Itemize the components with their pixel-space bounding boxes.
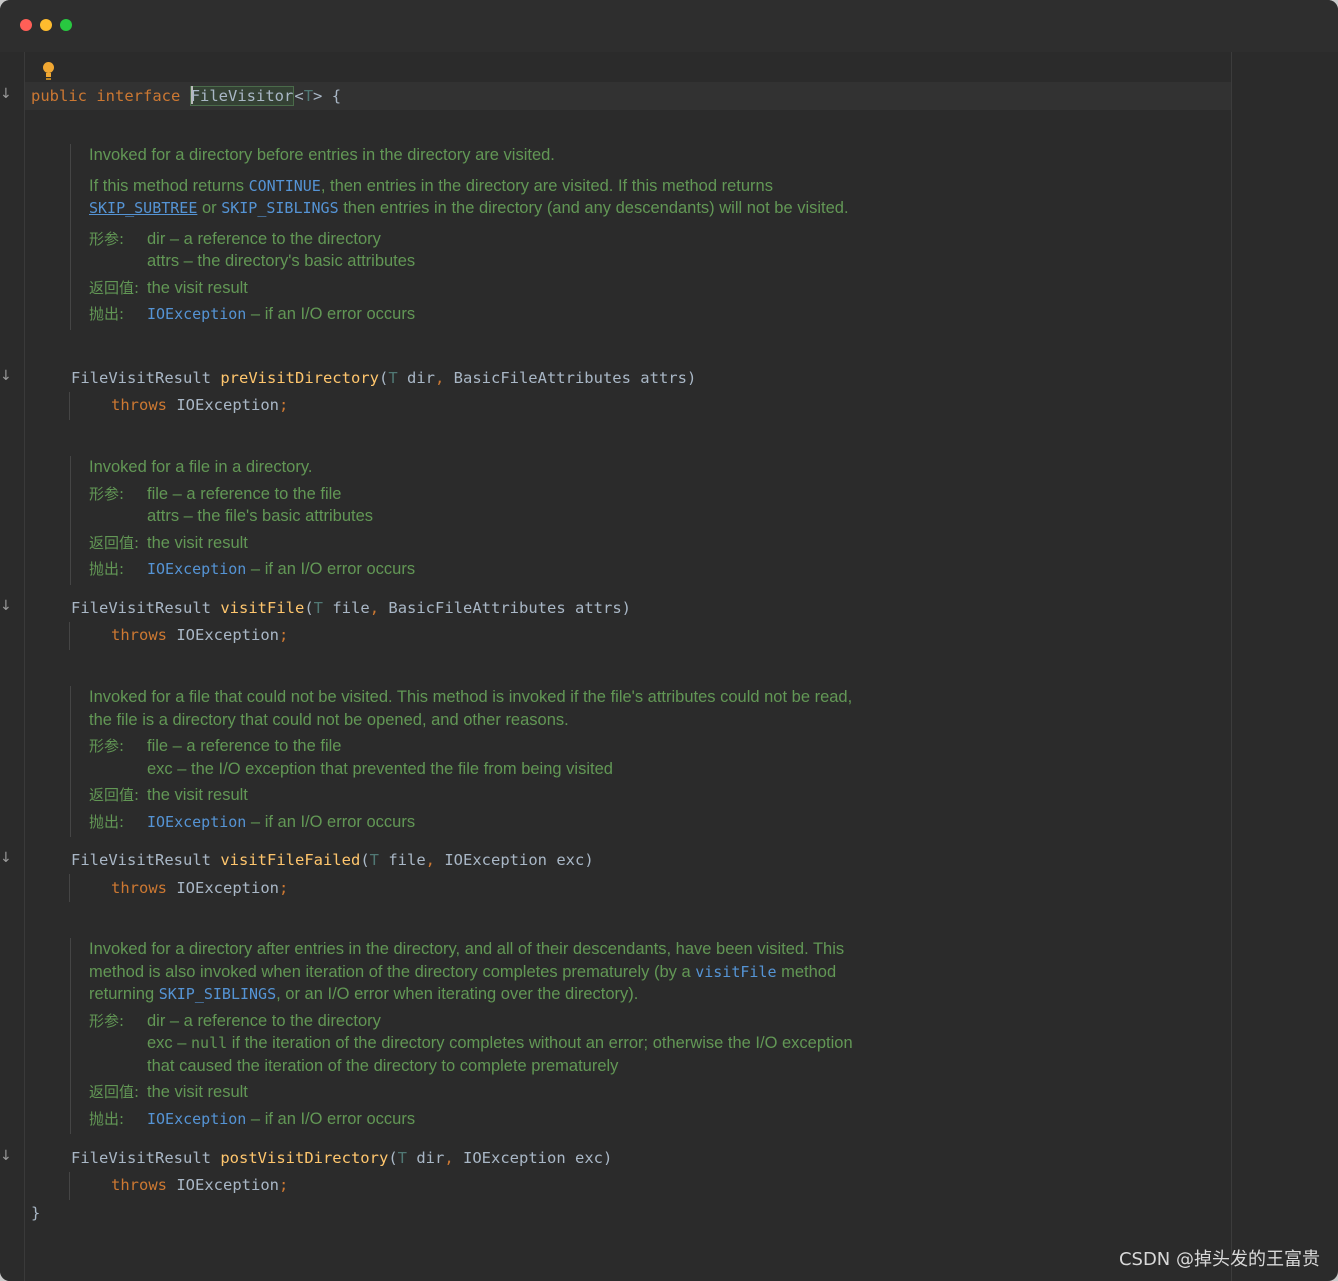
implemented-arrow-icon[interactable]: ↓	[0, 86, 12, 102]
method-signature-postvisitdirectory[interactable]: FileVisitResult postVisitDirectory(T dir…	[71, 1148, 612, 1168]
returns-tag: 返回值: the visit result	[89, 1083, 248, 1101]
ioexception-link[interactable]: IOException	[147, 1110, 246, 1128]
doc-summary: Invoked for a file that could not be vis…	[89, 688, 853, 729]
throws-tag: 抛出: IOException – if an I/O error occurs	[89, 560, 416, 578]
throws-tag: 抛出: IOException – if an I/O error occurs	[89, 812, 416, 831]
javadoc-visitfile: Invoked for a file in a directory. 形参: fi…	[70, 456, 869, 585]
skip-subtree-link[interactable]: SKIP_SUBTREE	[89, 199, 197, 217]
interface-name[interactable]: FileVisitor	[189, 86, 295, 106]
ioexception-link[interactable]: IOException	[147, 813, 246, 831]
continue-link[interactable]: CONTINUE	[249, 177, 321, 195]
implemented-arrow-icon[interactable]: ↓	[0, 368, 12, 384]
throws-tag: 抛出: IOException – if an I/O error occurs	[89, 1109, 416, 1128]
implemented-arrow-icon[interactable]: ↓	[0, 598, 12, 614]
throws-clause[interactable]: throws IOException;	[111, 1175, 288, 1195]
params-tag: 形参: file – a reference to the file attrs –…	[89, 484, 374, 526]
throws-clause[interactable]: throws IOException;	[111, 625, 288, 645]
right-margin-guide	[1231, 52, 1232, 1281]
javadoc-visitfilefailed: Invoked for a file that could not be vis…	[70, 686, 869, 837]
doc-summary: Invoked for a directory after entries in…	[89, 940, 845, 1003]
keyword-public: public	[31, 87, 87, 105]
ioexception-link[interactable]: IOException	[147, 305, 246, 323]
throws-clause[interactable]: throws IOException;	[111, 395, 288, 415]
returns-tag: 返回值: the visit result	[89, 533, 248, 552]
skip-siblings-link[interactable]: SKIP_SIBLINGS	[221, 199, 338, 217]
title-bar	[0, 0, 1338, 52]
throws-tag: 抛出: IOException – if an I/O error occurs	[89, 305, 416, 323]
doc-description: If this method returns CONTINUE, then en…	[89, 176, 849, 218]
method-signature-visitfilefailed[interactable]: FileVisitResult visitFileFailed(T file, …	[71, 850, 594, 870]
visitfile-link[interactable]: visitFile	[695, 963, 776, 981]
editor-window: ↓ ↓ ↓ ↓ ↓ public interface FileVisitor<T…	[0, 0, 1338, 1281]
watermark: CSDN @掉头发的王富贵	[1118, 1249, 1320, 1270]
params-tag: 形参: dir – a reference to the directory exc…	[89, 1011, 853, 1075]
method-signature-previsitdirectory[interactable]: FileVisitResult preVisitDirectory(T dir,…	[71, 368, 696, 388]
implemented-arrow-icon[interactable]: ↓	[0, 850, 12, 866]
javadoc-postvisitdirectory: Invoked for a directory after entries in…	[70, 938, 869, 1134]
lightbulb-icon[interactable]	[41, 62, 57, 82]
implemented-arrow-icon[interactable]: ↓	[0, 1148, 12, 1164]
returns-tag: 返回值: the visit result	[89, 786, 248, 804]
javadoc-previsitdirectory: Invoked for a directory before entries i…	[70, 144, 869, 330]
params-tag: 形参: file – a reference to the file exc – t…	[89, 737, 613, 778]
closing-brace[interactable]: }	[31, 1203, 40, 1223]
params-tag: 形参: dir – a reference to the directory att…	[89, 229, 416, 271]
editor-gutter[interactable]	[0, 52, 25, 1281]
skip-siblings-link[interactable]: SKIP_SIBLINGS	[159, 985, 276, 1003]
close-window-button[interactable]	[20, 19, 32, 31]
returns-tag: 返回值: the visit result	[89, 278, 248, 297]
keyword-interface: interface	[96, 87, 181, 105]
interface-declaration[interactable]: public interface FileVisitor<T> {	[31, 86, 341, 106]
minimize-window-button[interactable]	[40, 19, 52, 31]
doc-summary: Invoked for a file in a directory.	[89, 458, 313, 476]
ioexception-link[interactable]: IOException	[147, 560, 246, 578]
doc-summary: Invoked for a directory before entries i…	[89, 146, 555, 164]
throws-clause[interactable]: throws IOException;	[111, 878, 288, 898]
method-signature-visitfile[interactable]: FileVisitResult visitFile(T file, BasicF…	[71, 598, 631, 618]
zoom-window-button[interactable]	[60, 19, 72, 31]
